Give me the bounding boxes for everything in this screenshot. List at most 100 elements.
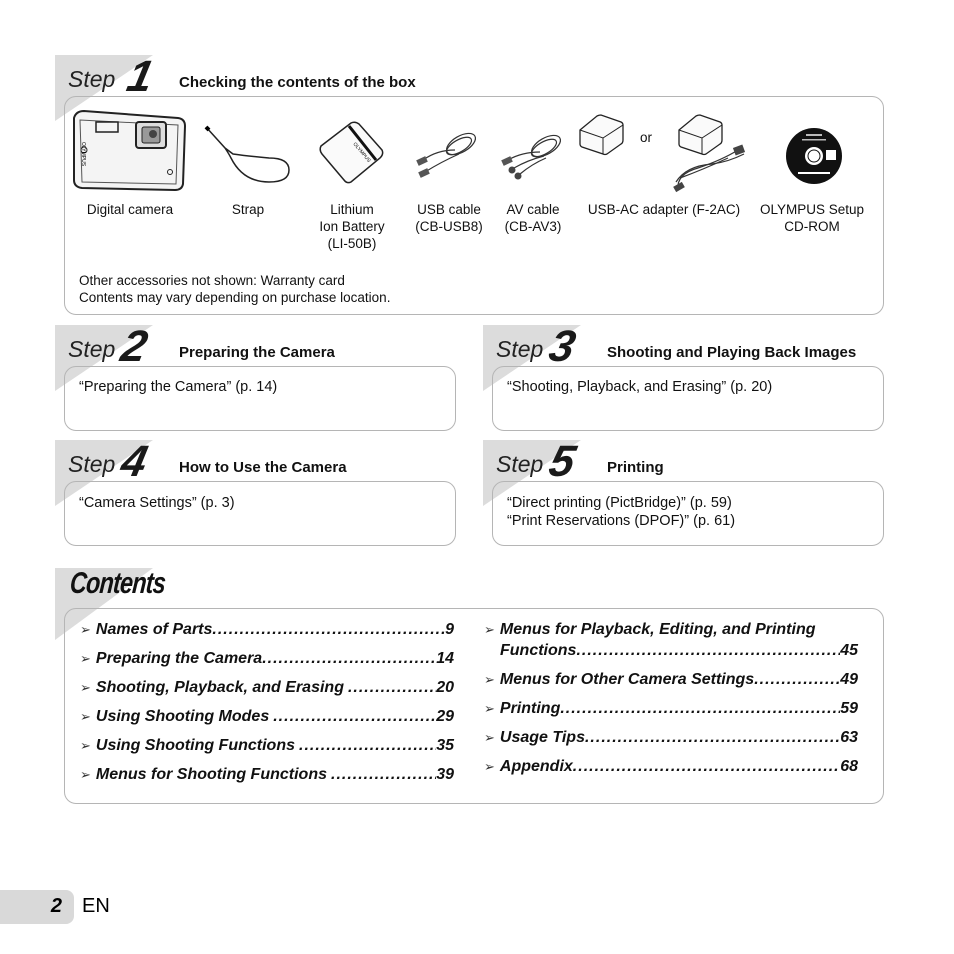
item-label: (CB-USB8) — [415, 219, 483, 234]
item-label: (CB-AV3) — [504, 219, 562, 234]
usb-cable-icon — [416, 132, 477, 178]
step-5-ref[interactable]: “Print Reservations (DPOF)” (p. 61) — [507, 512, 735, 530]
item-label: Digital camera — [86, 202, 174, 217]
step-1-word: Step — [68, 66, 116, 92]
toc-page: 14 — [436, 650, 454, 667]
item-label: Strap — [231, 202, 265, 217]
item-battery: Lithium Ion Battery (LI-50B) — [307, 201, 397, 252]
strap-icon — [204, 125, 290, 183]
step-2-title: Preparing the Camera — [179, 344, 335, 361]
battery-icon: OLYMPUS — [319, 121, 384, 184]
step-4-title: How to Use the Camera — [179, 459, 347, 476]
toc-item-menus-for-shooting-functions[interactable]: ➢ Menus for Shooting Functions .........… — [80, 765, 454, 785]
arrow-icon: ➢ — [484, 701, 495, 716]
toc-label: Appendix — [499, 758, 573, 775]
item-av-cable: AV cable (CB-AV3) — [493, 201, 573, 235]
toc-item-using-shooting-modes[interactable]: ➢ Using Shooting Modes .................… — [80, 707, 454, 727]
accessories-note: Other accessories not shown: Warranty ca… — [79, 272, 390, 306]
item-usb-cable: USB cable (CB-USB8) — [405, 201, 493, 235]
toc-item-appendix[interactable]: ➢ Appendix .............................… — [484, 757, 858, 777]
toc-item-menus-for-playback[interactable]: ➢ Menus for Playback, Editing, and Print… — [484, 620, 858, 661]
toc-item-shooting-playback-erasing[interactable]: ➢ Shooting, Playback, and Erasing ......… — [80, 678, 454, 698]
toc-leader: ........................................… — [331, 766, 436, 783]
usb-ac-adapter-with-cord-icon — [673, 114, 746, 193]
contents-title: Contents — [68, 567, 167, 600]
toc-leader: ........................................… — [262, 650, 437, 667]
toc-leader: ........................................… — [560, 700, 840, 717]
toc-page: 9 — [445, 621, 454, 638]
toc-leader: ........................................… — [299, 737, 436, 754]
toc-item-usage-tips[interactable]: ➢ Usage Tips ...........................… — [484, 728, 858, 748]
toc-page: 68 — [840, 758, 858, 775]
item-label: (LI-50B) — [327, 236, 377, 251]
toc-leader: ........................................… — [273, 708, 437, 725]
step-5-title: Printing — [607, 459, 664, 476]
toc-label: Menus for Other Camera Settings — [499, 671, 755, 688]
toc-leader: ........................................… — [572, 758, 840, 775]
cd-rom-icon — [786, 128, 842, 184]
av-cable-icon — [501, 134, 562, 180]
toc-item-preparing-the-camera[interactable]: ➢ Preparing the Camera .................… — [80, 649, 454, 669]
arrow-icon: ➢ — [80, 709, 91, 724]
step-3-word: Step — [496, 336, 544, 362]
toc-page: 35 — [436, 737, 454, 754]
step-5-ref[interactable]: “Direct printing (PictBridge)” (p. 59) — [507, 494, 735, 512]
note-line: Contents may vary depending on purchase … — [79, 290, 391, 305]
toc-item-using-shooting-functions[interactable]: ➢ Using Shooting Functions .............… — [80, 736, 454, 756]
toc-leader: ........................................… — [212, 621, 446, 638]
toc-label: Usage Tips — [499, 729, 585, 746]
toc-page: 39 — [436, 766, 454, 783]
toc-page: 29 — [436, 708, 454, 725]
toc-page: 59 — [840, 700, 858, 717]
or-label: or — [640, 130, 653, 145]
step-3-ref[interactable]: “Shooting, Playback, and Erasing” (p. 20… — [507, 378, 772, 396]
arrow-icon: ➢ — [80, 738, 91, 753]
arrow-icon: ➢ — [484, 730, 495, 745]
item-label: CD-ROM — [784, 219, 840, 234]
step-2-word: Step — [68, 336, 116, 362]
item-label: USB-AC adapter (F-2AC) — [587, 202, 741, 217]
arrow-icon: ➢ — [80, 767, 91, 782]
item-label: Lithium — [330, 202, 374, 217]
step-5-refs: “Direct printing (PictBridge)” (p. 59) “… — [507, 494, 735, 530]
arrow-icon: ➢ — [484, 672, 495, 687]
note-line: Other accessories not shown: Warranty ca… — [79, 273, 345, 288]
toc-leader: ........................................… — [347, 679, 436, 696]
arrow-icon: ➢ — [484, 622, 495, 637]
step-2-panel — [64, 366, 456, 431]
item-cd-rom: OLYMPUS Setup CD-ROM — [752, 201, 872, 235]
toc-label: Menus for Shooting Functions — [95, 766, 327, 783]
digital-camera-icon: OLYMPUS — [73, 109, 187, 192]
step-3-panel — [492, 366, 884, 431]
item-digital-camera: Digital camera — [70, 201, 190, 218]
toc-label: Printing — [499, 700, 561, 717]
toc-label: Shooting, Playback, and Erasing — [95, 679, 344, 696]
toc-page: 49 — [840, 671, 858, 688]
item-strap: Strap — [218, 201, 278, 218]
step-1-title: Checking the contents of the box — [179, 74, 416, 91]
toc-item-printing[interactable]: ➢ Printing .............................… — [484, 699, 858, 719]
item-label: USB cable — [417, 202, 481, 217]
item-label: OLYMPUS Setup — [759, 202, 865, 217]
step-2-ref[interactable]: “Preparing the Camera” (p. 14) — [79, 378, 277, 396]
toc-label: Functions — [500, 642, 577, 659]
language-code: EN — [82, 895, 110, 917]
toc-page: 45 — [840, 642, 858, 659]
toc-label: Using Shooting Modes — [95, 708, 270, 725]
toc-item-names-of-parts[interactable]: ➢ Names of Parts .......................… — [80, 620, 454, 640]
toc-label: Preparing the Camera — [95, 650, 263, 667]
toc-leader: ........................................… — [584, 729, 841, 746]
arrow-icon: ➢ — [80, 680, 91, 695]
toc-page: 20 — [436, 679, 454, 696]
arrow-icon: ➢ — [80, 651, 91, 666]
toc-item-menus-for-other-camera-settings[interactable]: ➢ Menus for Other Camera Settings ......… — [484, 670, 858, 690]
arrow-icon: ➢ — [484, 759, 495, 774]
step-4-word: Step — [68, 451, 116, 477]
svg-text:OLYMPUS: OLYMPUS — [80, 142, 86, 167]
item-usb-ac-adapter: USB-AC adapter (F-2AC) — [578, 201, 750, 218]
step-4-panel — [64, 481, 456, 546]
toc-leader: ........................................… — [754, 671, 840, 688]
item-label: Ion Battery — [319, 219, 385, 234]
usb-ac-adapter-icon — [579, 114, 624, 156]
step-4-ref[interactable]: “Camera Settings” (p. 3) — [79, 494, 235, 512]
